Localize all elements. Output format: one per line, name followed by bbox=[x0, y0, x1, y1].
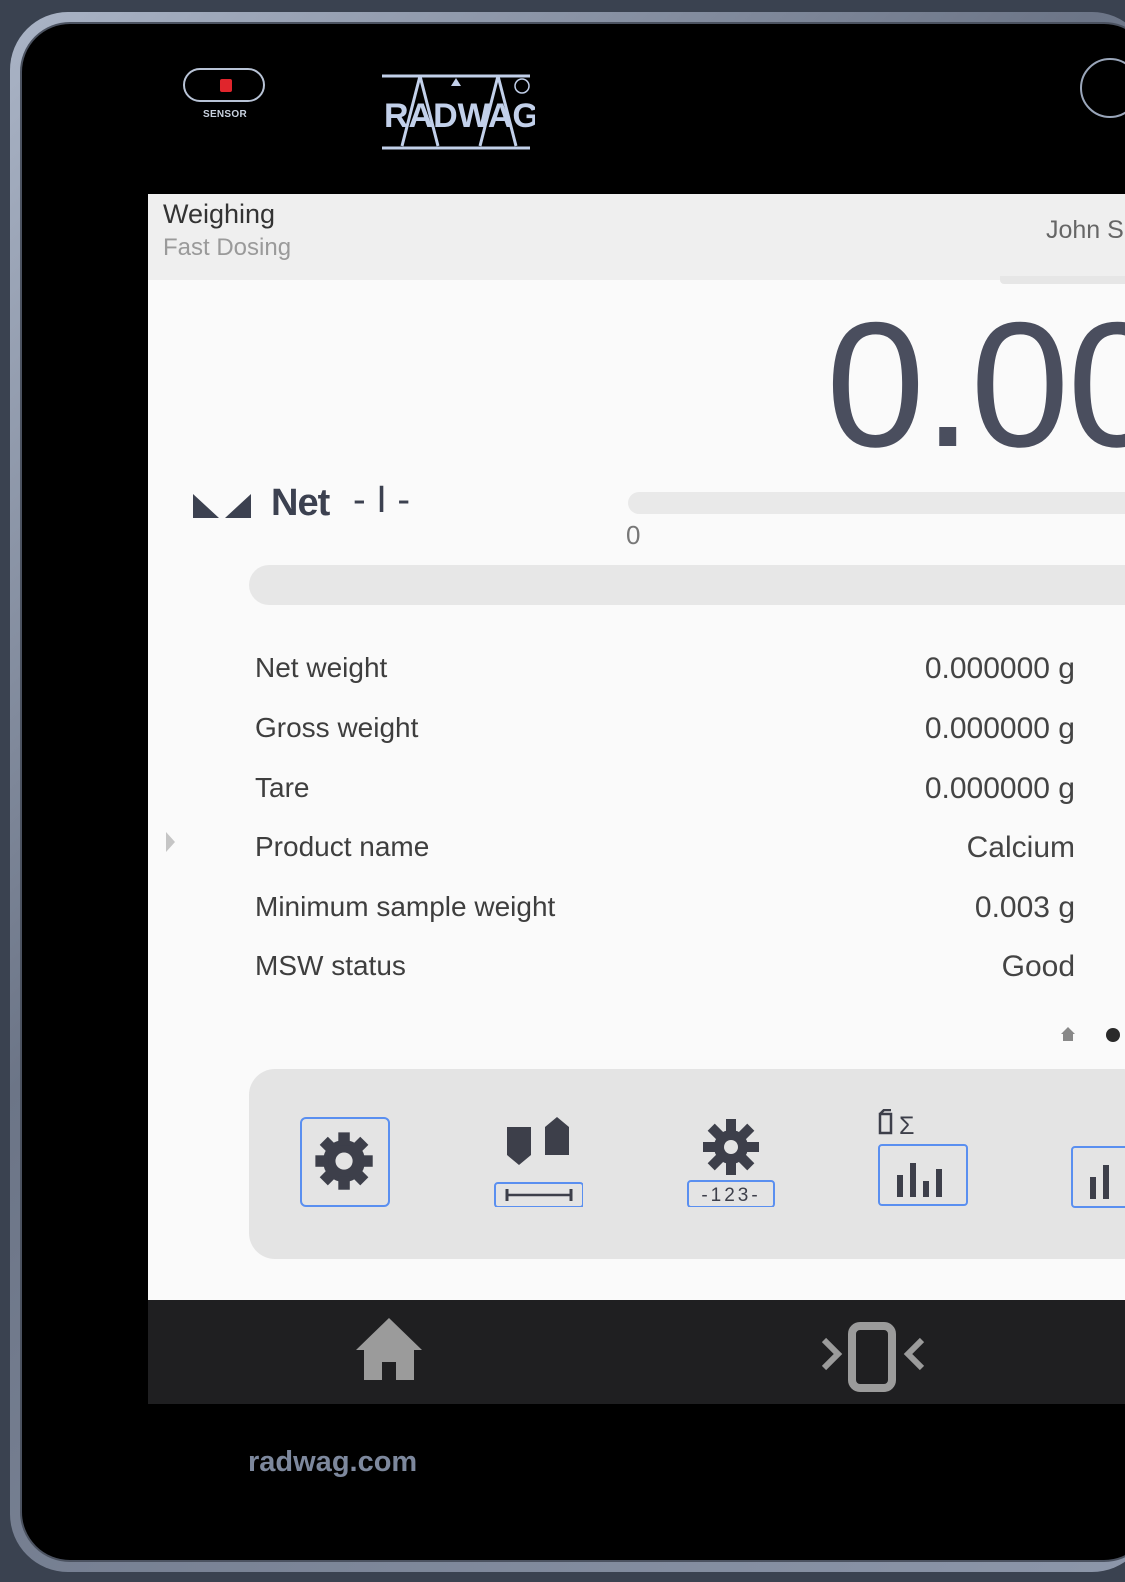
zero-icon[interactable] bbox=[822, 1322, 926, 1392]
info-value: 0.003 g bbox=[974, 891, 1075, 924]
range-indicator: - I - bbox=[353, 479, 410, 521]
proximity-sensor[interactable] bbox=[183, 68, 265, 102]
info-row-product-name: Product name Calcium bbox=[255, 831, 1075, 871]
statistics-sum-button[interactable]: Σ bbox=[877, 1108, 968, 1209]
tare-settings-button[interactable] bbox=[493, 1117, 584, 1208]
info-value: Calcium bbox=[966, 831, 1075, 864]
user-name[interactable]: John S bbox=[1046, 216, 1124, 245]
info-value: 0.000000 g bbox=[924, 772, 1075, 805]
info-label: Gross weight bbox=[255, 712, 419, 743]
dosing-progress-bar bbox=[249, 565, 1125, 605]
stability-icon bbox=[193, 494, 251, 518]
display-screen: Weighing Fast Dosing John S 0.00 Net - I… bbox=[148, 194, 1125, 1404]
statistics-button[interactable] bbox=[1070, 1145, 1125, 1209]
page-indicator-dot[interactable] bbox=[1106, 1028, 1120, 1042]
header-bar: Weighing Fast Dosing John S bbox=[148, 194, 1125, 284]
website-label: radwag.com bbox=[248, 1446, 418, 1478]
settings-numeric-icon: -123- bbox=[687, 1119, 775, 1208]
weight-display: 0.00 bbox=[826, 285, 1125, 484]
mode-title[interactable]: Weighing bbox=[163, 199, 275, 230]
info-row-net-weight: Net weight 0.000000 g bbox=[255, 652, 1075, 692]
home-icon[interactable] bbox=[354, 1314, 424, 1384]
info-row-tare: Tare 0.000000 g bbox=[255, 772, 1075, 812]
radwag-logo: RADWAG bbox=[382, 74, 535, 150]
settings-icon bbox=[315, 1132, 373, 1190]
statistics-icon bbox=[1071, 1146, 1125, 1208]
mode-subtitle: Fast Dosing bbox=[163, 234, 292, 261]
info-value: Good bbox=[1001, 950, 1075, 983]
bottom-navigation bbox=[148, 1300, 1125, 1404]
info-value: 0.000000 g bbox=[924, 712, 1075, 745]
net-indicator: Net bbox=[271, 482, 330, 524]
info-row-msw-status: MSW status Good bbox=[255, 950, 1075, 990]
info-label: MSW status bbox=[255, 950, 406, 981]
tare-icon bbox=[494, 1117, 584, 1208]
info-label: Net weight bbox=[255, 652, 388, 683]
side-panel-arrow-icon[interactable] bbox=[166, 832, 175, 852]
numeric-label: -123- bbox=[701, 1185, 760, 1206]
info-label: Product name bbox=[255, 831, 430, 862]
statistics-sum-icon: Σ bbox=[878, 1108, 968, 1206]
info-row-gross-weight: Gross weight 0.000000 g bbox=[255, 712, 1075, 752]
header-pulldown-tab[interactable] bbox=[1000, 276, 1125, 284]
numeric-settings-button[interactable]: -123- bbox=[686, 1117, 776, 1208]
info-label: Minimum sample weight bbox=[255, 891, 556, 922]
brand-text: RADWAG bbox=[384, 97, 535, 135]
sensor-label: SENSOR bbox=[202, 109, 248, 120]
quick-toolbar: -123- Σ bbox=[249, 1069, 1125, 1259]
sum-symbol: Σ bbox=[899, 1112, 914, 1140]
home-page-indicator-icon[interactable] bbox=[1060, 1026, 1076, 1042]
capacity-bar bbox=[628, 492, 1125, 514]
capacity-min-label: 0 bbox=[626, 520, 641, 550]
info-row-min-sample-weight: Minimum sample weight 0.003 g bbox=[255, 891, 1075, 931]
info-label: Tare bbox=[255, 772, 310, 803]
settings-button[interactable] bbox=[300, 1117, 390, 1207]
info-value: 0.000000 g bbox=[924, 652, 1075, 685]
sensor-indicator-icon bbox=[220, 79, 232, 92]
